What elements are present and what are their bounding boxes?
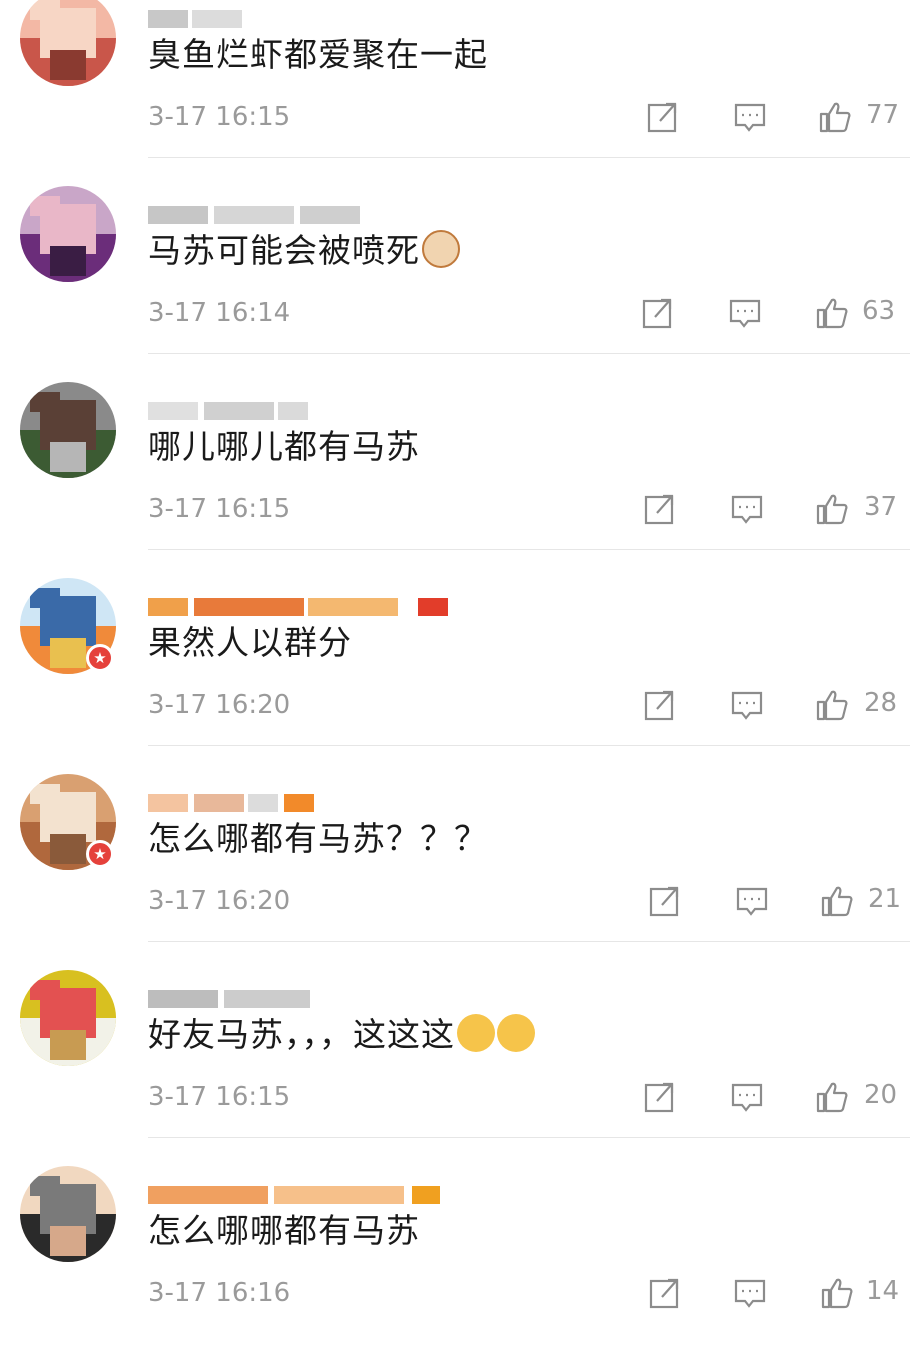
thumbs-up-icon[interactable] (820, 1276, 854, 1310)
comment-icon[interactable] (728, 296, 762, 330)
comment-icon[interactable] (730, 492, 764, 526)
comment-text: 臭鱼烂虾都爱聚在一起 (148, 28, 488, 76)
thumbs-up-icon[interactable] (815, 296, 849, 330)
like-count: 77 (866, 100, 900, 130)
like-count: 28 (864, 688, 898, 718)
like-count: 37 (864, 492, 898, 522)
share-icon[interactable] (641, 296, 675, 330)
comment-time: 3-17 16:14 (148, 298, 291, 328)
vip-badge-icon: ★ (86, 840, 114, 868)
divider (148, 745, 910, 746)
comment-text-content: 果然人以群分 (148, 623, 352, 662)
comment-text: 马苏可能会被喷死 (148, 224, 460, 272)
comment-time: 3-17 16:20 (148, 690, 291, 720)
shush-face-icon (457, 1014, 495, 1052)
like-count: 63 (862, 296, 896, 326)
divider (148, 1137, 910, 1138)
comment-time: 3-17 16:15 (148, 1082, 291, 1112)
like-count: 21 (868, 884, 902, 914)
comment-item: ★ 果然人以群分 3-17 16:20 28 (0, 578, 910, 774)
thumbs-up-icon[interactable] (818, 100, 852, 134)
shush-face-icon (497, 1014, 535, 1052)
share-icon[interactable] (643, 492, 677, 526)
comment-text: 怎么哪都有马苏？？？ (148, 812, 488, 860)
comment-icon[interactable] (730, 1080, 764, 1114)
comment-text-content: 哪儿哪儿都有马苏 (148, 427, 420, 466)
comment-text: 好友马苏，，，这这这 (148, 1008, 535, 1056)
comment-text-content: 怎么哪哪都有马苏 (148, 1211, 420, 1250)
comment-text-content: 怎么哪都有马苏？？？ (148, 819, 488, 858)
comment-item: 臭鱼烂虾都爱聚在一起 3-17 16:15 77 (0, 0, 910, 186)
comment-text-content: 马苏可能会被喷死 (148, 231, 420, 270)
comment-icon[interactable] (733, 1276, 767, 1310)
comment-time: 3-17 16:15 (148, 102, 291, 132)
thumbs-up-icon[interactable] (820, 884, 854, 918)
divider (148, 157, 910, 158)
thumbs-up-icon[interactable] (815, 1080, 849, 1114)
comment-time: 3-17 16:15 (148, 494, 291, 524)
divider (148, 941, 910, 942)
comment-text-content: 好友马苏，，，这这这 (148, 1015, 455, 1054)
user-avatar[interactable] (20, 186, 116, 282)
share-icon[interactable] (643, 688, 677, 722)
vip-badge-icon: ★ (86, 644, 114, 672)
comment-text: 果然人以群分 (148, 616, 352, 664)
comment-item: 马苏可能会被喷死 3-17 16:14 63 (0, 186, 910, 382)
comment-icon[interactable] (733, 100, 767, 134)
share-icon[interactable] (643, 1080, 677, 1114)
user-avatar[interactable] (20, 382, 116, 478)
user-avatar[interactable] (20, 1166, 116, 1262)
comment-text-content: 臭鱼烂虾都爱聚在一起 (148, 35, 488, 74)
divider (148, 353, 910, 354)
comment-item: 好友马苏，，，这这这 3-17 16:15 20 (0, 970, 910, 1166)
comment-time: 3-17 16:16 (148, 1278, 291, 1308)
comment-item: ★ 怎么哪都有马苏？？？ 3-17 16:20 21 (0, 774, 910, 970)
like-count: 20 (864, 1080, 898, 1110)
cat-face-icon (422, 230, 460, 268)
thumbs-up-icon[interactable] (815, 492, 849, 526)
comment-item: 哪儿哪儿都有马苏 3-17 16:15 37 (0, 382, 910, 578)
comment-icon[interactable] (735, 884, 769, 918)
user-avatar[interactable] (20, 0, 116, 86)
divider (148, 549, 910, 550)
share-icon[interactable] (646, 100, 680, 134)
comment-text: 怎么哪哪都有马苏 (148, 1204, 420, 1252)
comment-icon[interactable] (730, 688, 764, 722)
comment-time: 3-17 16:20 (148, 886, 291, 916)
comment-text: 哪儿哪儿都有马苏 (148, 420, 420, 468)
user-avatar[interactable] (20, 970, 116, 1066)
share-icon[interactable] (648, 1276, 682, 1310)
thumbs-up-icon[interactable] (815, 688, 849, 722)
share-icon[interactable] (648, 884, 682, 918)
like-count: 14 (866, 1276, 900, 1306)
comment-item: 怎么哪哪都有马苏 3-17 16:16 14 (0, 1166, 910, 1362)
